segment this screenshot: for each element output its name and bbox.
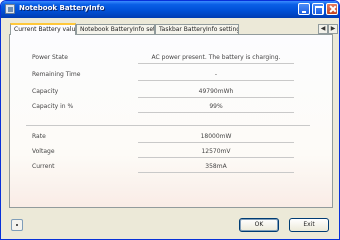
window-title: Notebook BatteryInfo [19, 4, 105, 12]
app-window: Notebook BatteryInfo Current Battery val… [0, 0, 340, 240]
remaining-time-label: Remaining Time [32, 71, 81, 78]
remaining-time-value: - [214, 71, 218, 78]
power-state-value: AC power present. The battery is chargin… [151, 54, 281, 61]
rate-label: Rate [32, 133, 46, 140]
tab-scroll-right-icon[interactable]: ▶ [328, 24, 338, 34]
maximize-icon[interactable] [312, 3, 324, 15]
rate-row: Rate 18000mW [10, 131, 334, 143]
info-icon[interactable] [11, 219, 23, 231]
row-separator [138, 63, 294, 64]
tab-current-battery-values[interactable]: Current Battery values [10, 23, 76, 35]
remaining-time-row: Remaining Time - [10, 69, 334, 81]
ok-button[interactable]: OK [239, 218, 279, 232]
row-separator [138, 142, 294, 143]
voltage-value: 12570mV [201, 148, 231, 155]
row-separator [138, 80, 294, 81]
battery-app-icon [5, 4, 15, 14]
tab-scroll-left-icon[interactable]: ◀ [318, 24, 328, 34]
close-icon[interactable] [326, 3, 338, 15]
row-separator [138, 97, 294, 98]
rate-value: 18000mW [200, 133, 232, 140]
minimize-icon[interactable] [298, 3, 310, 15]
exit-button[interactable]: Exit [289, 218, 329, 232]
battery-values-panel: Power State AC power present. The batter… [9, 34, 333, 208]
row-separator [138, 157, 294, 158]
capacity-percent-value: 99% [209, 103, 223, 110]
capacity-percent-label: Capacity in % [32, 103, 74, 110]
capacity-label: Capacity [32, 88, 59, 95]
capacity-row: Capacity 49790mWh [10, 86, 334, 98]
current-label: Current [32, 163, 55, 170]
voltage-row: Voltage 12570mV [10, 146, 334, 158]
voltage-label: Voltage [32, 148, 55, 155]
row-separator [138, 172, 294, 173]
capacity-value: 49790mWh [198, 88, 234, 95]
power-state-label: Power State [32, 54, 68, 61]
title-bar[interactable]: Notebook BatteryInfo [1, 1, 339, 18]
row-separator [138, 112, 294, 113]
current-row: Current 358mA [10, 161, 334, 173]
power-state-row: Power State AC power present. The batter… [10, 52, 334, 64]
current-value: 358mA [205, 163, 227, 170]
capacity-percent-row: Capacity in % 99% [10, 101, 334, 113]
section-divider [26, 125, 310, 126]
